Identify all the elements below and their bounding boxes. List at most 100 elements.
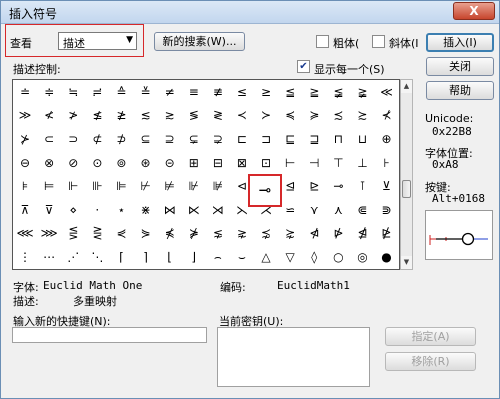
remove-button[interactable]: 移除(R) [385,352,476,371]
symbol-cell[interactable]: ⋮ [13,245,37,269]
symbol-cell[interactable]: ⊋ [206,127,230,151]
symbol-cell[interactable]: ⊟ [206,151,230,175]
symbol-cell[interactable]: ⊦ [375,151,399,175]
symbol-cell[interactable]: ≾ [326,104,350,128]
symbol-cell[interactable]: ≓ [85,80,109,104]
symbol-cell[interactable]: ⊗ [37,151,61,175]
symbol-cell[interactable]: ⋑ [375,198,399,222]
symbol-cell[interactable]: ● [375,245,399,269]
symbol-cell[interactable]: ⋉ [182,198,206,222]
symbol-cell[interactable]: ⋪ [302,222,326,246]
view-select[interactable]: 描述 ▼ [58,32,137,50]
symbol-cell[interactable]: ≦ [278,80,302,104]
symbol-cell[interactable]: ≿ [350,104,374,128]
symbol-cell[interactable]: ⌢ [206,245,230,269]
symbol-cell[interactable]: ⋈ [158,198,182,222]
symbol-cell[interactable]: ⊃ [61,127,85,151]
symbol-cell[interactable]: ⋦ [206,222,230,246]
symbol-cell[interactable]: ⊐ [254,127,278,151]
symbol-cell[interactable]: ⊬ [134,174,158,198]
symbol-cell[interactable]: ⊖ [13,151,37,175]
symbol-cell[interactable]: ⊒ [302,127,326,151]
symbol-cell[interactable]: ⊽ [37,198,61,222]
symbol-cell[interactable]: ⊸ [326,174,350,198]
symbol-cell[interactable]: ⊯ [206,174,230,198]
symbol-cell[interactable]: ⊝ [158,151,182,175]
scroll-up-icon[interactable]: ▲ [401,80,412,93]
symbol-cell[interactable]: ⌋ [182,245,206,269]
symbol-cell[interactable]: ▽ [278,245,302,269]
symbol-cell[interactable]: ≺ [230,104,254,128]
symbol-cell[interactable]: ⋫ [326,222,350,246]
symbol-cell[interactable]: ≤ [230,80,254,104]
symbol-cell[interactable]: ⋇ [134,198,158,222]
symbol-cell[interactable]: ◊ [302,245,326,269]
symbol-cell[interactable]: ⋎ [302,198,326,222]
symbol-grid-scrollbar[interactable]: ▲ ▼ [400,79,413,270]
symbol-cell[interactable]: ⌊ [158,245,182,269]
symbol-cell[interactable]: ⌉ [134,245,158,269]
symbol-cell[interactable]: ⋚ [61,222,85,246]
symbol-cell[interactable]: ⊁ [13,127,37,151]
symbol-cell[interactable]: ⊡ [254,151,278,175]
symbol-cell[interactable]: ⋰ [61,245,85,269]
symbol-cell[interactable]: ⊓ [326,127,350,151]
symbol-cell[interactable]: ⋊ [206,198,230,222]
insert-button[interactable]: 插入(I) [426,33,494,52]
symbol-cell[interactable]: ≒ [61,80,85,104]
symbol-cell[interactable]: ≼ [278,104,302,128]
symbol-cell[interactable]: ⋙ [37,222,61,246]
symbol-cell[interactable]: ⊙ [85,151,109,175]
symbol-cell[interactable]: ≪ [375,80,399,104]
symbol-cell[interactable]: ⊠ [230,151,254,175]
symbol-cell[interactable]: ≷ [206,104,230,128]
symbol-cell[interactable]: ⊔ [350,127,374,151]
symbol-cell[interactable]: ⊩ [61,174,85,198]
symbol-cell[interactable]: ⋛ [85,222,109,246]
symbol-cell[interactable]: ⊅ [109,127,133,151]
symbol-cell[interactable]: ≢ [206,80,230,104]
italic-checkbox[interactable] [372,35,385,48]
close-button[interactable]: 关闭 [426,57,494,76]
symbol-cell[interactable]: ≻ [254,104,278,128]
symbol-cell[interactable]: ⋩ [278,222,302,246]
symbol-cell[interactable]: ⋧ [230,222,254,246]
symbol-cell[interactable]: ≐ [13,80,37,104]
help-button[interactable]: 帮助 [426,81,494,100]
symbol-cell[interactable]: ⊤ [326,151,350,175]
symbol-cell[interactable]: ≥ [254,80,278,104]
symbol-cell[interactable]: ≱ [109,104,133,128]
symbol-cell[interactable]: ⊞ [182,151,206,175]
new-shortcut-input[interactable] [12,327,207,343]
symbol-cell[interactable]: ⋡ [182,222,206,246]
symbol-cell[interactable]: ≮ [37,104,61,128]
symbol-cell[interactable]: ⊨ [37,174,61,198]
symbol-cell[interactable]: ≫ [13,104,37,128]
symbol-cell[interactable]: ⊂ [37,127,61,151]
symbol-cell[interactable]: ⊥ [350,151,374,175]
bold-checkbox[interactable] [316,35,329,48]
symbol-cell[interactable]: ⊪ [85,174,109,198]
selected-symbol-outline[interactable]: ⊸ [248,174,282,207]
symbol-cell[interactable]: ⋨ [254,222,278,246]
symbol-cell[interactable]: ⌣ [230,245,254,269]
symbol-cell[interactable]: ⋱ [85,245,109,269]
symbol-cell[interactable]: ⋏ [326,198,350,222]
symbol-cell[interactable]: ⊼ [13,198,37,222]
symbol-cell[interactable]: ⊀ [375,104,399,128]
symbol-cell[interactable]: △ [254,245,278,269]
symbol-cell[interactable]: ◎ [350,245,374,269]
symbol-cell[interactable]: ⊫ [109,174,133,198]
symbol-cell[interactable]: ⊄ [85,127,109,151]
symbol-cell[interactable]: ⊧ [13,174,37,198]
symbol-cell[interactable]: ⊭ [158,174,182,198]
symbol-cell[interactable]: ⊑ [278,127,302,151]
symbol-cell[interactable]: ⋄ [61,198,85,222]
symbol-cell[interactable]: ⋯ [37,245,61,269]
symbol-cell[interactable]: ≡ [182,80,206,104]
window-close-button[interactable]: X [453,2,495,20]
symbol-cell[interactable]: ⊕ [375,127,399,151]
symbol-cell[interactable]: ⋟ [134,222,158,246]
symbol-cell[interactable]: ⊊ [182,127,206,151]
symbol-cell[interactable]: ⋞ [109,222,133,246]
